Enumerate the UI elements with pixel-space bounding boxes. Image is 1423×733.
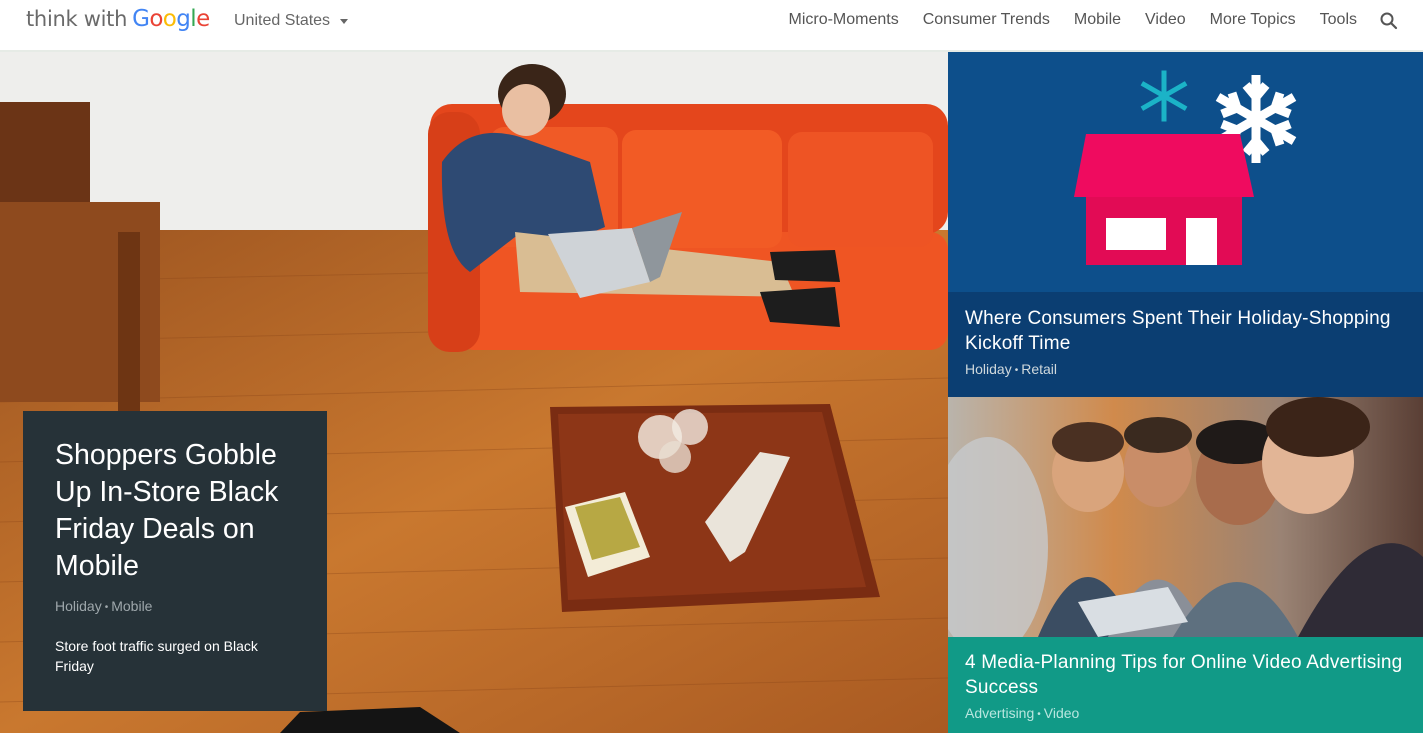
logo-prefix: think with [26, 7, 128, 31]
tag-mobile[interactable]: Mobile [111, 598, 152, 614]
tag-holiday[interactable]: Holiday [55, 598, 102, 614]
nav-video[interactable]: Video [1145, 11, 1186, 29]
store-illustration [1074, 70, 1297, 265]
tile-tags: Holiday • Retail [965, 361, 1406, 377]
hero-card[interactable]: Shoppers Gobble Up In-Store Black Friday… [23, 411, 327, 711]
logo-google-wordmark: Google [132, 6, 210, 32]
tile-caption: 4 Media-Planning Tips for Online Video A… [948, 637, 1423, 733]
snowflake-icon [1140, 70, 1188, 122]
country-label: United States [234, 12, 331, 29]
tag-separator: • [1014, 365, 1019, 376]
tile-tags: Advertising • Video [965, 705, 1406, 721]
country-selector[interactable]: United States [234, 12, 349, 30]
tag-holiday[interactable]: Holiday [965, 361, 1012, 377]
tile-title[interactable]: Where Consumers Spent Their Holiday-Shop… [965, 306, 1406, 356]
hero-description: Store foot traffic surged on Black Frida… [55, 638, 258, 674]
tag-separator: • [104, 602, 109, 613]
nav-micro-moments[interactable]: Micro-Moments [788, 11, 898, 29]
search-icon[interactable] [1379, 11, 1399, 31]
store-icon [1074, 134, 1254, 265]
feature-tile-video-advertising[interactable]: 4 Media-Planning Tips for Online Video A… [948, 397, 1423, 733]
tile-title[interactable]: 4 Media-Planning Tips for Online Video A… [965, 650, 1406, 700]
feature-tile-holiday-shopping[interactable]: Where Consumers Spent Their Holiday-Shop… [948, 52, 1423, 397]
nav-tools[interactable]: Tools [1320, 11, 1357, 29]
tag-separator: • [1037, 709, 1041, 720]
hero-feature[interactable]: Shoppers Gobble Up In-Store Black Friday… [0, 52, 948, 733]
site-header: think with Google United States Micro-Mo… [0, 0, 1423, 52]
hero-title[interactable]: Shoppers Gobble Up In-Store Black Friday… [55, 437, 295, 585]
meeting-photo [948, 397, 1423, 657]
tag-retail[interactable]: Retail [1021, 361, 1057, 377]
caret-down-icon [340, 19, 349, 24]
nav-mobile[interactable]: Mobile [1074, 11, 1121, 29]
hero-tags: Holiday • Mobile [55, 598, 295, 614]
nav-more-topics[interactable]: More Topics [1210, 11, 1296, 29]
tag-advertising[interactable]: Advertising [965, 705, 1034, 721]
tile-caption: Where Consumers Spent Their Holiday-Shop… [948, 292, 1423, 397]
tag-video[interactable]: Video [1044, 705, 1080, 721]
nav-consumer-trends[interactable]: Consumer Trends [923, 11, 1050, 29]
main-nav: Micro-Moments Consumer Trends Mobile Vid… [788, 11, 1357, 29]
think-with-google-logo[interactable]: think with Google [26, 6, 210, 40]
